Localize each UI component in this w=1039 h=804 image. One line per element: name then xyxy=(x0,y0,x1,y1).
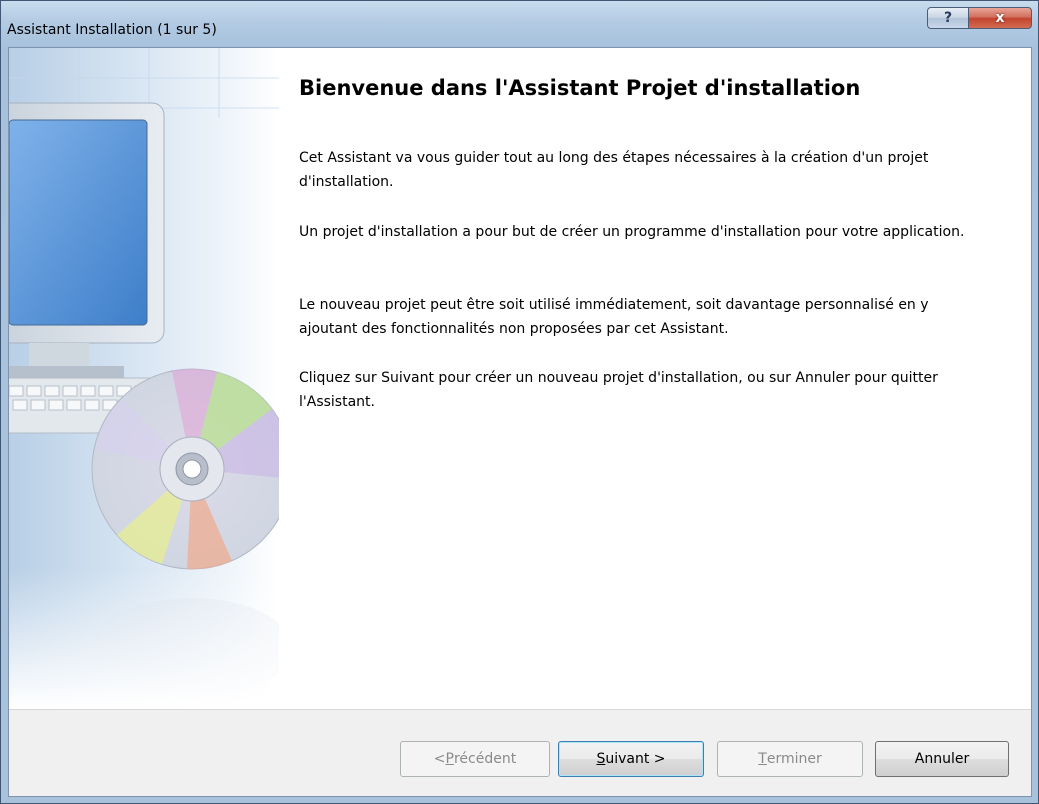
finish-accel: T xyxy=(758,751,767,767)
close-icon: x xyxy=(995,10,1005,26)
customize-paragraph: Le nouveau projet peut être soit utilisé… xyxy=(299,297,929,337)
next-label: uivant > xyxy=(605,751,666,767)
previous-label: récédent xyxy=(453,751,517,767)
previous-accel: P xyxy=(445,751,454,767)
close-button[interactable]: x xyxy=(968,7,1032,29)
finish-label: erminer xyxy=(766,751,822,767)
next-accel: S xyxy=(596,751,606,767)
next-button[interactable]: Suivant > xyxy=(558,741,704,777)
instruction-paragraph: Cliquez sur Suivant pour créer un nouvea… xyxy=(299,370,938,410)
page-title: Bienvenue dans l'Assistant Projet d'inst… xyxy=(299,76,861,100)
finish-button[interactable]: Terminer xyxy=(717,741,863,777)
intro-paragraph: Cet Assistant va vous guider tout au lon… xyxy=(299,150,929,190)
window-title: Assistant Installation (1 sur 5) xyxy=(7,22,217,38)
button-bar: < Précédent Suivant > Terminer Annuler xyxy=(9,709,1031,796)
computer-cd-illustration xyxy=(9,48,279,708)
cancel-button[interactable]: Annuler xyxy=(875,741,1009,777)
previous-prefix: < xyxy=(433,751,446,767)
cancel-label: Annuler xyxy=(914,751,970,767)
help-icon: ? xyxy=(943,10,953,26)
purpose-paragraph: Un projet d'installation a pour but de c… xyxy=(299,224,965,240)
previous-button[interactable]: < Précédent xyxy=(400,741,550,777)
help-button[interactable]: ? xyxy=(927,7,969,29)
wizard-window: Assistant Installation (1 sur 5) ? x Bie… xyxy=(0,0,1039,804)
wizard-client-area: Bienvenue dans l'Assistant Projet d'inst… xyxy=(8,47,1032,797)
computer-cd-icon xyxy=(9,48,279,708)
title-bar[interactable]: Assistant Installation (1 sur 5) ? x xyxy=(1,1,1038,49)
